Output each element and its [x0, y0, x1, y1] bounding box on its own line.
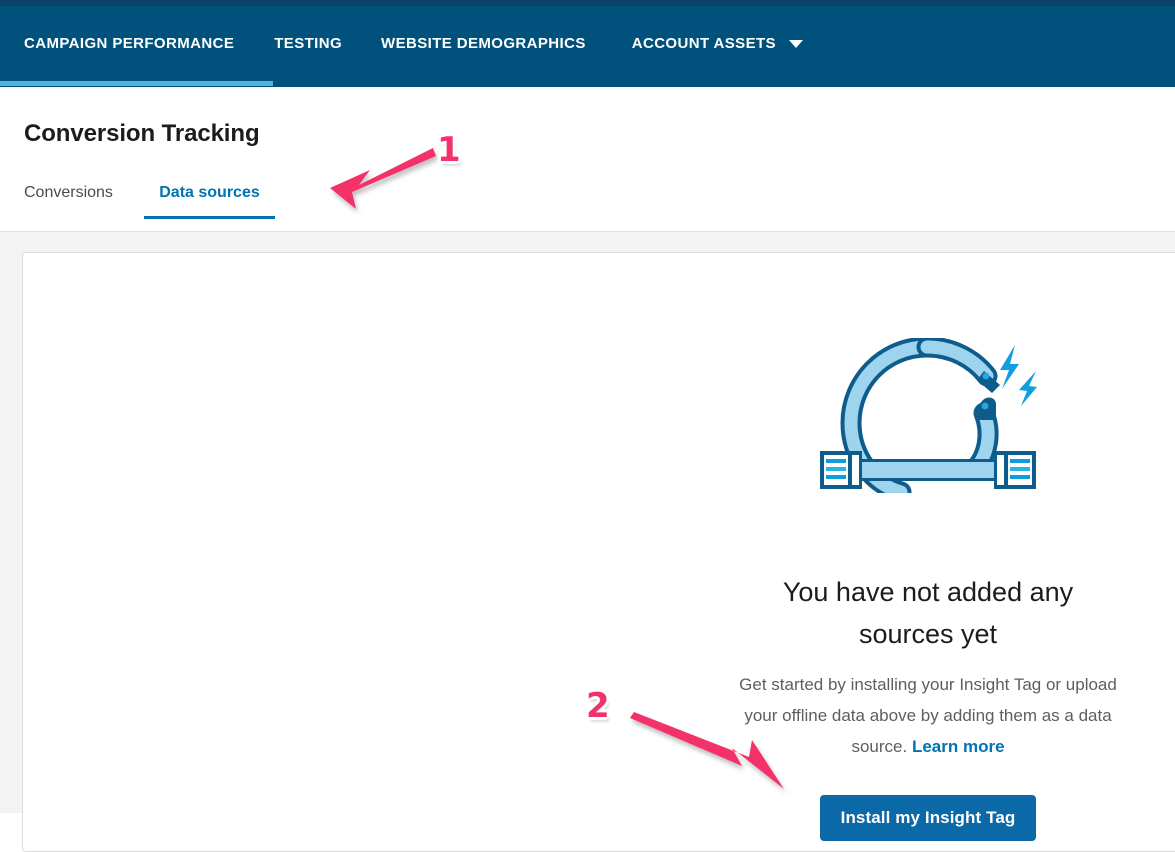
nav-item-label: ACCOUNT ASSETS	[631, 35, 776, 52]
nav-item-testing[interactable]: TESTING	[274, 6, 342, 81]
lightning-bolt-icon	[1000, 345, 1037, 406]
tab-label: Conversions	[24, 184, 113, 201]
tab-conversions[interactable]: Conversions	[24, 184, 144, 219]
tab-data-sources[interactable]: Data sources	[144, 184, 275, 219]
learn-more-link[interactable]: Learn more	[912, 737, 1005, 756]
chevron-down-icon	[788, 39, 803, 48]
rj45-connector-left	[820, 451, 862, 489]
page-header: Conversion Tracking Conversions Data sou…	[0, 87, 1175, 232]
cable-tip-lower	[976, 397, 996, 420]
insight-tag-cable-icon	[820, 338, 1037, 493]
data-sources-card: You have not added any sources yet Get s…	[22, 252, 1175, 852]
nav-item-campaign-performance[interactable]: CAMPAIGN PERFORMANCE	[24, 6, 234, 81]
nav-item-label: WEBSITE DEMOGRAPHICS	[381, 35, 586, 52]
global-navigation-bar: CAMPAIGN PERFORMANCE TESTING WEBSITE DEM…	[0, 6, 1175, 87]
rj45-connector-right	[994, 451, 1036, 489]
nav-active-indicator	[0, 81, 273, 86]
tab-label: Data sources	[159, 184, 260, 201]
page-title: Conversion Tracking	[24, 120, 260, 147]
nav-item-website-demographics[interactable]: WEBSITE DEMOGRAPHICS	[381, 6, 586, 81]
install-insight-tag-button[interactable]: Install my Insight Tag	[819, 795, 1037, 841]
content-area: You have not added any sources yet Get s…	[0, 232, 1175, 852]
empty-state-title: You have not added any sources yet	[782, 577, 1074, 649]
nav-item-account-assets[interactable]: ACCOUNT ASSETS	[632, 6, 803, 81]
global-nav-items: CAMPAIGN PERFORMANCE TESTING WEBSITE DEM…	[0, 6, 803, 81]
nav-item-label: CAMPAIGN PERFORMANCE	[24, 35, 235, 52]
empty-state-description: Get started by installing your Insight T…	[730, 669, 1126, 762]
subtab-bar: Conversions Data sources	[24, 184, 275, 219]
empty-state: You have not added any sources yet Get s…	[730, 338, 1126, 841]
nav-item-label: TESTING	[274, 35, 343, 52]
